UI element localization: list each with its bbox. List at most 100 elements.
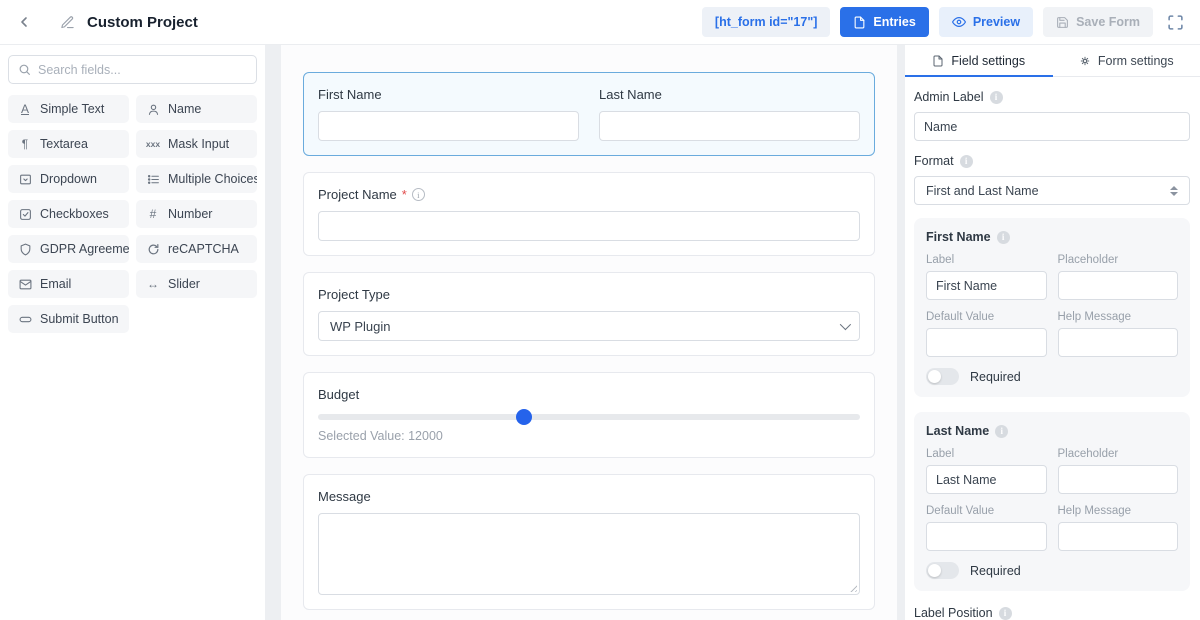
format-label: Format <box>914 154 954 168</box>
field-item-simple-text[interactable]: A Simple Text <box>8 95 129 123</box>
field-item-textarea[interactable]: ¶ Textarea <box>8 130 129 158</box>
gear-icon <box>1079 55 1091 67</box>
info-icon: i <box>412 188 425 201</box>
field-item-checkboxes[interactable]: Checkboxes <box>8 200 129 228</box>
last-name-label-input[interactable] <box>926 465 1047 494</box>
budget-slider-thumb[interactable] <box>516 409 532 425</box>
search-fields-box[interactable] <box>8 55 257 84</box>
first-name-settings-title: First Name <box>926 230 991 244</box>
name-field-card[interactable]: First Name Last Name <box>303 72 875 156</box>
field-item-label: Checkboxes <box>40 207 109 221</box>
project-name-label: Project Name <box>318 187 397 202</box>
first-name-default-input[interactable] <box>926 328 1047 357</box>
default-value-label: Default Value <box>926 311 1047 323</box>
field-item-label: Slider <box>168 277 200 291</box>
last-name-input[interactable] <box>599 111 860 141</box>
last-name-settings-title: Last Name <box>926 424 989 438</box>
tab-form-settings[interactable]: Form settings <box>1053 45 1200 76</box>
first-name-required-toggle[interactable] <box>926 368 959 385</box>
first-name-label-input[interactable] <box>926 271 1047 300</box>
required-asterisk: * <box>402 187 407 202</box>
message-textarea[interactable] <box>318 513 860 595</box>
entries-label: Entries <box>873 15 915 29</box>
help-message-label: Help Message <box>1058 311 1179 323</box>
budget-slider-track[interactable] <box>318 414 860 420</box>
list-icon <box>146 173 160 186</box>
tab-field-settings[interactable]: Field settings <box>905 45 1053 76</box>
admin-label-input[interactable] <box>914 112 1190 141</box>
last-name-placeholder-input[interactable] <box>1058 465 1179 494</box>
field-item-dropdown[interactable]: Dropdown <box>8 165 129 193</box>
tab-label: Field settings <box>951 54 1025 68</box>
field-item-gdpr-agreement[interactable]: GDPR Agreement <box>8 235 129 263</box>
field-item-label: reCAPTCHA <box>168 242 239 256</box>
placeholder-label: Placeholder <box>1058 448 1179 460</box>
tab-label: Form settings <box>1098 54 1174 68</box>
field-item-submit-button[interactable]: Submit Button <box>8 305 129 333</box>
admin-label-label: Admin Label <box>914 90 984 104</box>
text-icon: A <box>18 102 32 116</box>
envelope-icon <box>18 278 32 291</box>
resize-grip-icon[interactable] <box>848 583 857 592</box>
first-name-help-input[interactable] <box>1058 328 1179 357</box>
budget-field-card[interactable]: Budget Selected Value: 12000 <box>303 372 875 458</box>
project-type-field-card[interactable]: Project Type WP Plugin <box>303 272 875 356</box>
eye-icon <box>952 15 966 29</box>
field-item-email[interactable]: Email <box>8 270 129 298</box>
save-form-label: Save Form <box>1076 15 1140 29</box>
format-select[interactable]: First and Last Name <box>914 176 1190 205</box>
field-item-label: Mask Input <box>168 137 229 151</box>
last-name-default-input[interactable] <box>926 522 1047 551</box>
save-form-button[interactable]: Save Form <box>1043 7 1153 37</box>
project-name-field-card[interactable]: Project Name * i <box>303 172 875 256</box>
search-fields-input[interactable] <box>38 63 247 77</box>
field-item-slider[interactable]: ↔ Slider <box>136 270 257 298</box>
save-icon <box>1056 16 1069 29</box>
field-item-label: Textarea <box>40 137 88 151</box>
user-icon <box>146 103 160 116</box>
budget-selected-value: Selected Value: 12000 <box>318 429 860 443</box>
updown-icon <box>1170 186 1178 196</box>
fullscreen-icon[interactable] <box>1167 14 1184 31</box>
last-name-label: Last Name <box>599 87 860 102</box>
format-value: First and Last Name <box>926 184 1039 198</box>
required-label: Required <box>970 564 1021 578</box>
entries-button[interactable]: Entries <box>840 7 928 37</box>
field-item-label: Number <box>168 207 212 221</box>
field-item-label: Multiple Choices <box>168 172 257 186</box>
page-title: Custom Project <box>87 14 198 31</box>
document-icon <box>932 55 944 67</box>
last-name-help-input[interactable] <box>1058 522 1179 551</box>
first-name-placeholder-input[interactable] <box>1058 271 1179 300</box>
shortcode-pill[interactable]: [ht_form id="17"] <box>702 7 831 37</box>
first-name-label: First Name <box>318 87 579 102</box>
budget-label: Budget <box>318 387 860 402</box>
field-item-multiple-choices[interactable]: Multiple Choices <box>136 165 257 193</box>
last-name-required-toggle[interactable] <box>926 562 959 579</box>
preview-label: Preview <box>973 15 1020 29</box>
info-icon: i <box>990 91 1003 104</box>
first-name-input[interactable] <box>318 111 579 141</box>
field-item-mask-input[interactable]: xxx Mask Input <box>136 130 257 158</box>
required-label: Required <box>970 370 1021 384</box>
project-type-select[interactable]: WP Plugin <box>318 311 860 341</box>
field-item-label: Email <box>40 277 71 291</box>
field-item-label: Simple Text <box>40 102 104 116</box>
field-item-label: Dropdown <box>40 172 97 186</box>
message-field-card[interactable]: Message <box>303 474 875 610</box>
button-icon <box>18 313 32 326</box>
field-item-label: GDPR Agreement <box>40 242 129 256</box>
default-value-label: Default Value <box>926 505 1047 517</box>
field-item-number[interactable]: # Number <box>136 200 257 228</box>
field-item-recaptcha[interactable]: reCAPTCHA <box>136 235 257 263</box>
label-label: Label <box>926 254 1047 266</box>
project-name-input[interactable] <box>318 211 860 241</box>
fields-sidebar: A Simple Text Name ¶ Textarea xxx Mask I… <box>0 45 265 620</box>
help-message-label: Help Message <box>1058 505 1179 517</box>
info-icon: i <box>960 155 973 168</box>
field-item-label: Name <box>168 102 201 116</box>
back-icon[interactable] <box>16 14 32 30</box>
preview-button[interactable]: Preview <box>939 7 1033 37</box>
edit-title-icon[interactable] <box>60 15 75 30</box>
field-item-name[interactable]: Name <box>136 95 257 123</box>
